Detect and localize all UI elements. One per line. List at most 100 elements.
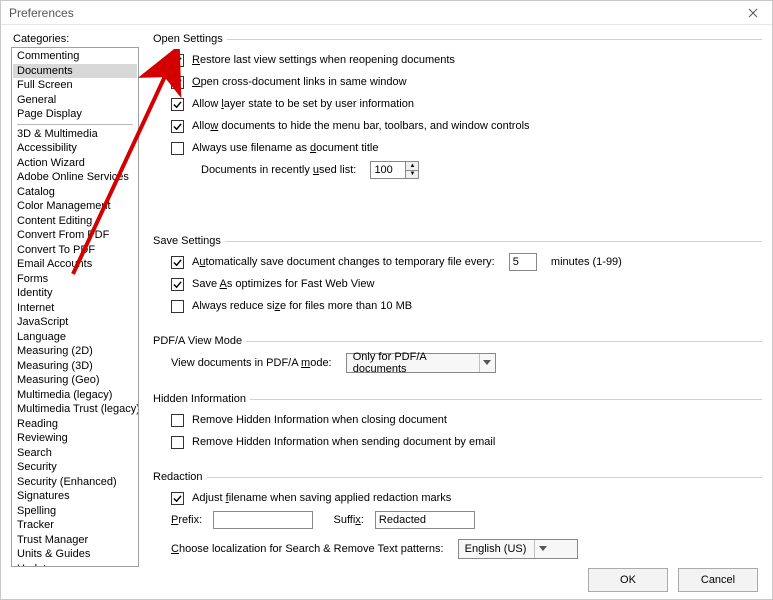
category-item[interactable]: Adobe Online Services xyxy=(13,170,137,185)
group-save-settings: Save Settings Automatically save documen… xyxy=(153,235,762,325)
row-auto-save[interactable]: Automatically save document changes to t… xyxy=(153,251,762,273)
row-cross-doc[interactable]: Open cross-document links in same window xyxy=(153,71,762,93)
spin-up-icon[interactable]: ▲ xyxy=(406,162,418,170)
input-suffix[interactable] xyxy=(375,511,475,529)
category-item[interactable]: JavaScript xyxy=(13,315,137,330)
category-item[interactable]: Full Screen xyxy=(13,78,137,93)
chevron-down-icon xyxy=(534,540,551,558)
row-reduce-size[interactable]: Always reduce size for files more than 1… xyxy=(153,295,762,317)
chevron-down-icon xyxy=(479,354,495,372)
checkbox-adjust-filename[interactable] xyxy=(171,492,184,505)
label-hide-menu: Allow documents to hide the menu bar, to… xyxy=(192,120,530,132)
titlebar: Preferences xyxy=(1,1,772,25)
legend-open-settings: Open Settings xyxy=(153,33,227,45)
legend-save-settings: Save Settings xyxy=(153,235,225,247)
category-item[interactable]: Multimedia Trust (legacy) xyxy=(13,402,137,417)
preferences-window: Preferences Categories: CommentingDocume… xyxy=(0,0,773,600)
spin-down-icon[interactable]: ▼ xyxy=(406,170,418,179)
category-item[interactable]: Signatures xyxy=(13,489,137,504)
category-divider xyxy=(17,124,133,125)
category-item[interactable]: 3D & Multimedia xyxy=(13,127,137,142)
spinner-recent-list[interactable]: ▲ ▼ xyxy=(370,161,419,179)
label-localization: Choose localization for Search & Remove … xyxy=(171,543,444,555)
category-item[interactable]: Forms xyxy=(13,272,137,287)
category-item[interactable]: Identity xyxy=(13,286,137,301)
group-redaction: Redaction Adjust filename when saving ap… xyxy=(153,471,762,567)
label-layer-state: Allow layer state to be set by user info… xyxy=(192,98,414,110)
row-hide-menu[interactable]: Allow documents to hide the menu bar, to… xyxy=(153,115,762,137)
sidebar: Categories: CommentingDocumentsFull Scre… xyxy=(11,33,139,567)
category-item[interactable]: General xyxy=(13,93,137,108)
category-item[interactable]: Convert To PDF xyxy=(13,243,137,258)
checkbox-hidden-closing[interactable] xyxy=(171,414,184,427)
close-icon xyxy=(748,8,758,18)
legend-hidden-info: Hidden Information xyxy=(153,393,250,405)
category-item[interactable]: Multimedia (legacy) xyxy=(13,388,137,403)
category-item[interactable]: Page Display xyxy=(13,107,137,122)
category-item[interactable]: Convert From PDF xyxy=(13,228,137,243)
category-item[interactable]: Catalog xyxy=(13,185,137,200)
row-layer-state[interactable]: Allow layer state to be set by user info… xyxy=(153,93,762,115)
checkbox-use-filename[interactable] xyxy=(171,142,184,155)
category-item[interactable]: Email Accounts xyxy=(13,257,137,272)
checkbox-auto-save[interactable] xyxy=(171,256,184,269)
category-item[interactable]: Measuring (3D) xyxy=(13,359,137,374)
checkbox-hidden-email[interactable] xyxy=(171,436,184,449)
category-list[interactable]: CommentingDocumentsFull ScreenGeneralPag… xyxy=(11,47,139,567)
row-fast-web[interactable]: Save As optimizes for Fast Web View xyxy=(153,273,762,295)
category-item[interactable]: Reading xyxy=(13,417,137,432)
group-pdfa: PDF/A View Mode View documents in PDF/A … xyxy=(153,335,762,383)
cancel-button[interactable]: Cancel xyxy=(678,568,758,592)
category-item[interactable]: Action Wizard xyxy=(13,156,137,171)
label-use-filename: Always use filename as document title xyxy=(192,142,379,154)
category-item[interactable]: Trust Manager xyxy=(13,533,137,548)
category-item[interactable]: Color Management xyxy=(13,199,137,214)
category-item[interactable]: Measuring (2D) xyxy=(13,344,137,359)
checkbox-hide-menu[interactable] xyxy=(171,120,184,133)
input-recent-list[interactable] xyxy=(371,162,405,178)
category-item[interactable]: Language xyxy=(13,330,137,345)
close-button[interactable] xyxy=(738,3,768,23)
legend-pdfa: PDF/A View Mode xyxy=(153,335,246,347)
category-item[interactable]: Security xyxy=(13,460,137,475)
category-item[interactable]: Reviewing xyxy=(13,431,137,446)
categories-label: Categories: xyxy=(11,33,139,45)
main-panel: Open Settings Restore last view settings… xyxy=(139,33,762,567)
checkbox-layer-state[interactable] xyxy=(171,98,184,111)
checkbox-restore-last[interactable] xyxy=(171,54,184,67)
category-item[interactable]: Tracker xyxy=(13,518,137,533)
label-prefix: Prefix: xyxy=(171,514,202,526)
ok-button[interactable]: OK xyxy=(588,568,668,592)
window-title: Preferences xyxy=(9,6,738,20)
legend-redaction: Redaction xyxy=(153,471,207,483)
label-recent-list: Documents in recently used list: xyxy=(201,164,356,176)
select-pdfa-mode[interactable]: Only for PDF/A documents xyxy=(346,353,496,373)
category-item[interactable]: Accessibility xyxy=(13,141,137,156)
category-item[interactable]: Commenting xyxy=(13,49,137,64)
label-reduce-size: Always reduce size for files more than 1… xyxy=(192,300,412,312)
category-item[interactable]: Content Editing xyxy=(13,214,137,229)
row-hidden-closing[interactable]: Remove Hidden Information when closing d… xyxy=(153,409,762,431)
category-item[interactable]: Measuring (Geo) xyxy=(13,373,137,388)
row-restore-last[interactable]: Restore last view settings when reopenin… xyxy=(153,49,762,71)
category-item[interactable]: Internet xyxy=(13,301,137,316)
row-prefix-suffix: Prefix: Suffix: xyxy=(153,509,762,531)
category-item[interactable]: Security (Enhanced) xyxy=(13,475,137,490)
row-pdfa-mode: View documents in PDF/A mode: Only for P… xyxy=(153,351,762,375)
checkbox-cross-doc[interactable] xyxy=(171,76,184,89)
row-use-filename[interactable]: Always use filename as document title xyxy=(153,137,762,159)
category-item[interactable]: Spelling xyxy=(13,504,137,519)
category-item[interactable]: Search xyxy=(13,446,137,461)
checkbox-reduce-size[interactable] xyxy=(171,300,184,313)
row-recent-list: Documents in recently used list: ▲ ▼ xyxy=(153,159,762,181)
category-item[interactable]: Documents xyxy=(13,64,137,79)
select-localization[interactable]: English (US) xyxy=(458,539,578,559)
label-hidden-closing: Remove Hidden Information when closing d… xyxy=(192,414,447,426)
input-prefix[interactable] xyxy=(213,511,313,529)
category-item[interactable]: Units & Guides xyxy=(13,547,137,562)
row-localization: Choose localization for Search & Remove … xyxy=(153,537,762,561)
row-adjust-filename[interactable]: Adjust filename when saving applied reda… xyxy=(153,487,762,509)
checkbox-fast-web[interactable] xyxy=(171,278,184,291)
row-hidden-email[interactable]: Remove Hidden Information when sending d… xyxy=(153,431,762,453)
input-auto-save-minutes[interactable] xyxy=(509,253,537,271)
